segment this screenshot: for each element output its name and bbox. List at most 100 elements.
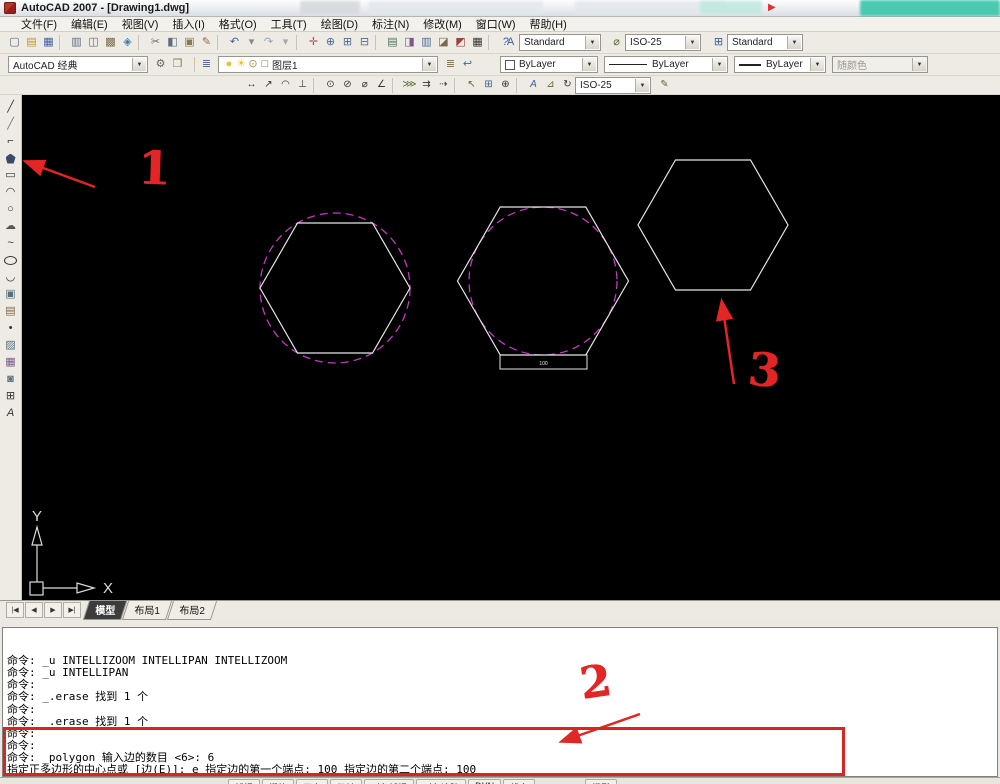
text-style-icon[interactable]: A <box>502 34 519 51</box>
layer-lock-icon[interactable]: ⊙ <box>247 56 259 73</box>
circle-tool-icon[interactable]: ○ <box>2 201 20 218</box>
menu-file[interactable]: 文件(F) <box>14 16 64 32</box>
dwf-icon[interactable]: ◈ <box>119 34 136 51</box>
redo-icon[interactable]: ↷ <box>260 34 277 51</box>
gradient-tool-icon[interactable]: ▦ <box>2 354 20 371</box>
insert-block-tool-icon[interactable]: ▣ <box>2 286 20 303</box>
menu-help[interactable]: 帮助(H) <box>523 16 574 32</box>
properties-icon[interactable]: ▤ <box>384 34 401 51</box>
status-snap[interactable]: 捕捉 <box>228 779 260 784</box>
chevron-down-icon[interactable]: ▼ <box>712 58 726 71</box>
layer-color-swatch[interactable]: □ <box>259 56 271 73</box>
ellipse-arc-tool-icon[interactable]: ◡ <box>2 269 20 286</box>
construction-circle[interactable] <box>469 207 617 355</box>
tolerance-icon[interactable]: ⊞ <box>480 77 497 94</box>
continue-dimension-icon[interactable]: ⇢ <box>435 77 452 94</box>
plot-preview-icon[interactable]: ◫ <box>85 34 102 51</box>
status-ortho[interactable]: 正交 <box>296 779 328 784</box>
color-combo[interactable]: ByLayer ▼ <box>500 56 598 73</box>
tab-layout2[interactable]: 布局2 <box>166 601 216 620</box>
workspace-window-icon[interactable]: ❒ <box>169 56 186 73</box>
layer-on-icon[interactable]: ● <box>223 56 235 73</box>
redo-dropdown-icon[interactable]: ▾ <box>277 34 294 51</box>
layer-freeze-icon[interactable]: ☀ <box>235 56 247 73</box>
menu-draw[interactable]: 绘图(D) <box>314 16 365 32</box>
menu-modify[interactable]: 修改(M) <box>416 16 469 32</box>
zoom-window-icon[interactable]: ⊞ <box>339 34 356 51</box>
publish-icon[interactable]: ▩ <box>102 34 119 51</box>
line-tool-icon[interactable]: ╱ <box>2 99 20 116</box>
spline-tool-icon[interactable]: ~ <box>2 235 20 252</box>
markup-manager-icon[interactable]: ◩ <box>452 34 469 51</box>
chevron-down-icon[interactable]: ▼ <box>422 58 436 71</box>
quick-dimension-icon[interactable]: ⋙ <box>401 77 418 94</box>
menu-insert[interactable]: 插入(I) <box>165 16 211 32</box>
angular-dimension-icon[interactable]: ∠ <box>373 77 390 94</box>
dimension-update-icon[interactable]: ↻ <box>559 77 576 94</box>
tab-nav-first[interactable]: |◀ <box>6 602 24 618</box>
lineweight-combo[interactable]: ByLayer ▼ <box>734 56 826 73</box>
table-tool-icon[interactable]: ⊞ <box>2 388 20 405</box>
hatch-tool-icon[interactable]: ▨ <box>2 337 20 354</box>
status-model-button[interactable]: 模型 <box>585 779 617 784</box>
layer-previous-icon[interactable]: ↩ <box>459 56 476 73</box>
workspace-combo[interactable]: AutoCAD 经典 ▼ <box>8 56 148 73</box>
menu-dimension[interactable]: 标注(N) <box>365 16 416 32</box>
tab-nav-prev[interactable]: ◀ <box>25 602 43 618</box>
polygon-tool-icon[interactable] <box>2 150 20 167</box>
open-file-icon[interactable]: ▤ <box>23 34 40 51</box>
sheetset-manager-icon[interactable]: ◪ <box>435 34 452 51</box>
ellipse-tool-icon[interactable] <box>2 252 20 269</box>
menu-format[interactable]: 格式(O) <box>212 16 264 32</box>
status-polar[interactable]: 极轴 <box>330 779 362 784</box>
dim-current-style-combo[interactable]: ISO-25 ▼ <box>575 77 651 94</box>
menu-tools[interactable]: 工具(T) <box>264 16 314 32</box>
hexagon-polygon[interactable] <box>260 223 410 353</box>
dimension-text-edit-icon[interactable]: ⊿ <box>542 77 559 94</box>
tab-nav-next[interactable]: ▶ <box>44 602 62 618</box>
chevron-down-icon[interactable]: ▼ <box>787 36 801 49</box>
rectangle-tool-icon[interactable]: ▭ <box>2 167 20 184</box>
designcenter-icon[interactable]: ◨ <box>401 34 418 51</box>
mtext-tool-icon[interactable]: A <box>2 405 20 422</box>
layer-properties-manager-icon[interactable]: ≣ <box>198 56 215 73</box>
dimension-edit-icon[interactable]: A <box>525 77 542 94</box>
zoom-previous-icon[interactable]: ⊟ <box>356 34 373 51</box>
menu-window[interactable]: 窗口(W) <box>469 16 523 32</box>
construction-circle[interactable] <box>260 213 410 363</box>
status-osnap[interactable]: 对象捕捉 <box>364 779 414 784</box>
jogged-dimension-icon[interactable]: ⊘ <box>339 77 356 94</box>
text-style-combo[interactable]: Standard ▼ <box>519 34 601 51</box>
dim-style-icon[interactable]: ⌀ <box>608 34 625 51</box>
aligned-dimension-icon[interactable]: ↗ <box>260 77 277 94</box>
arc-tool-icon[interactable]: ◠ <box>2 184 20 201</box>
make-object-layer-current-icon[interactable]: ≣ <box>442 56 459 73</box>
menu-edit[interactable]: 编辑(E) <box>64 16 115 32</box>
radius-dimension-icon[interactable]: ⊙ <box>322 77 339 94</box>
pan-icon[interactable]: ✛ <box>305 34 322 51</box>
paste-icon[interactable]: ▣ <box>181 34 198 51</box>
chevron-down-icon[interactable]: ▼ <box>582 58 596 71</box>
tab-nav-last[interactable]: ▶| <box>63 602 81 618</box>
dimension-style-icon[interactable]: ✎ <box>656 77 673 94</box>
copy-icon[interactable]: ◧ <box>164 34 181 51</box>
chevron-down-icon[interactable]: ▼ <box>810 58 824 71</box>
new-file-icon[interactable]: ▢ <box>6 34 23 51</box>
undo-icon[interactable]: ↶ <box>226 34 243 51</box>
status-grid[interactable]: 栅格 <box>262 779 294 784</box>
arc-length-dimension-icon[interactable]: ◠ <box>277 77 294 94</box>
dim-style-combo[interactable]: ISO-25 ▼ <box>625 34 701 51</box>
ordinate-dimension-icon[interactable]: ⊥ <box>294 77 311 94</box>
hexagon-polygon[interactable] <box>638 160 788 290</box>
undo-dropdown-icon[interactable]: ▾ <box>243 34 260 51</box>
tab-model[interactable]: 模型 <box>83 601 127 620</box>
region-tool-icon[interactable]: ◙ <box>2 371 20 388</box>
tab-layout1[interactable]: 布局1 <box>122 601 172 620</box>
quickcalc-icon[interactable]: ▦ <box>469 34 486 51</box>
menu-view[interactable]: 视图(V) <box>115 16 166 32</box>
linetype-combo[interactable]: ByLayer ▼ <box>604 56 728 73</box>
zoom-realtime-icon[interactable]: ⊕ <box>322 34 339 51</box>
chevron-down-icon[interactable]: ▼ <box>635 79 649 92</box>
table-style-icon[interactable]: ⊞ <box>710 34 727 51</box>
chevron-down-icon[interactable]: ▼ <box>585 36 599 49</box>
